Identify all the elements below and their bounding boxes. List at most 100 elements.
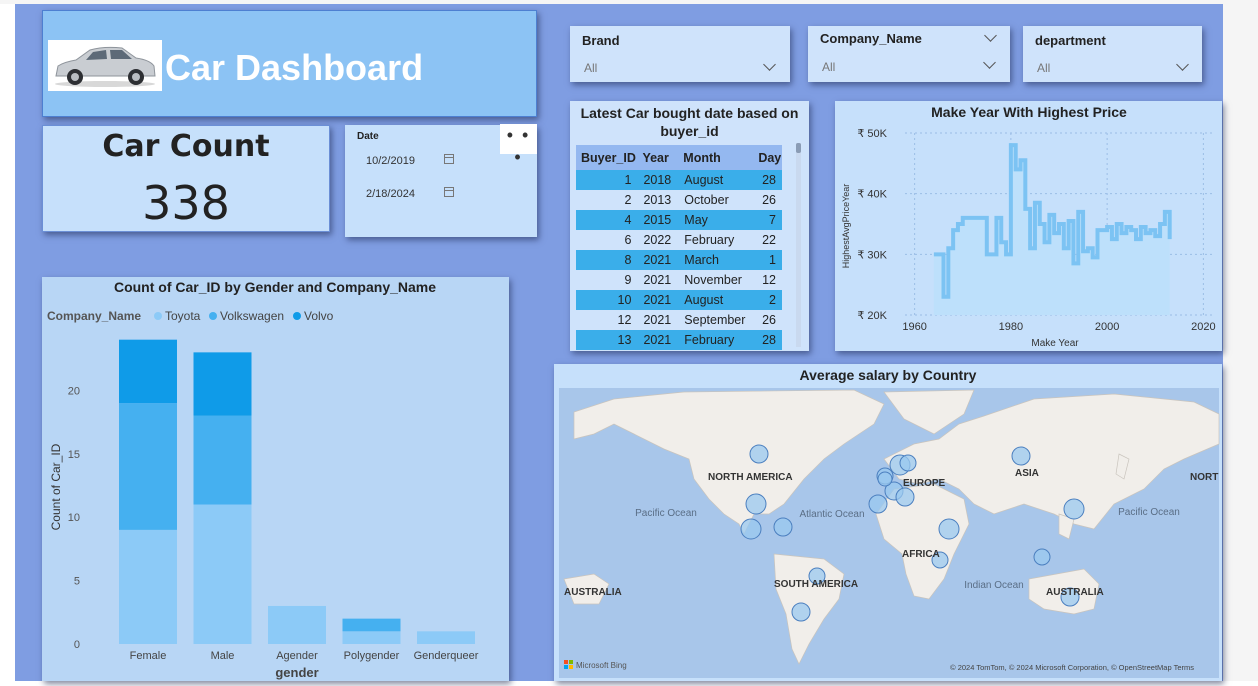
x-axis-label: gender xyxy=(275,665,318,680)
department-slicer[interactable]: department All xyxy=(1023,26,1202,82)
bar-segment[interactable] xyxy=(119,403,177,530)
table-scrollbar[interactable] xyxy=(796,143,801,347)
chevron-down-icon[interactable] xyxy=(983,56,996,69)
map-panel: Average salary by Country NORTH AMERICA … xyxy=(554,364,1222,681)
line-chart: Make Year With Highest Price ₹ 50K ₹ 40K ₹ … xyxy=(841,104,1216,349)
department-slicer-title: department xyxy=(1035,33,1106,48)
table-cell: 10 xyxy=(576,290,638,310)
title-panel: Car Dashboard xyxy=(42,10,537,117)
brand-slicer[interactable]: Brand All xyxy=(570,26,790,82)
x-tick-label: 1960 xyxy=(902,321,926,333)
table-row[interactable]: 4 2015 May 7 xyxy=(576,210,782,230)
table-cell: 6 xyxy=(624,233,632,247)
column-header[interactable]: Day xyxy=(753,145,782,170)
calendar-icon[interactable] xyxy=(444,187,454,197)
table-cell: 4 xyxy=(576,210,638,230)
table-cell: 12 xyxy=(762,273,776,287)
map-bubble[interactable] xyxy=(877,471,893,487)
table-cell: 22 xyxy=(762,233,776,247)
table-cell: 2021 xyxy=(643,273,672,287)
table-row[interactable]: 6 2022 February 22 xyxy=(576,230,782,250)
table-cell: May xyxy=(678,210,754,230)
date-slicer-label: Date xyxy=(357,131,379,142)
y-axis-label: HighestAvgPriceYear xyxy=(841,184,851,269)
bar-segment[interactable] xyxy=(193,504,252,644)
map-bubble[interactable] xyxy=(791,602,811,622)
table-row[interactable]: 12 2021 September 26 xyxy=(576,310,782,330)
table-cell: 2021 xyxy=(637,250,679,270)
x-tick-label: 2020 xyxy=(1191,321,1215,333)
table-cell: 9 xyxy=(624,273,632,287)
map-bubble[interactable] xyxy=(899,454,917,472)
table-row[interactable]: 13 2021 February 28 xyxy=(576,330,782,350)
map-attribution[interactable]: © 2024 TomTom, © 2024 Microsoft Corporat… xyxy=(950,663,1194,672)
ocean-label: Indian Ocean xyxy=(964,580,1024,591)
legend-item[interactable]: Volvo xyxy=(304,309,334,323)
bar-segment[interactable] xyxy=(193,352,252,416)
table-cell: 13 xyxy=(576,330,638,350)
bar-segment[interactable] xyxy=(342,631,401,644)
bar-segment[interactable] xyxy=(193,415,252,505)
start-date-input[interactable]: 10/2/2019 xyxy=(357,150,454,172)
map-bubble[interactable] xyxy=(1033,548,1051,566)
legend-marker xyxy=(209,312,217,320)
chevron-down-icon[interactable] xyxy=(984,29,997,42)
table-cell: 7 xyxy=(753,210,782,230)
buyer-table-panel: Latest Car bought date based on buyer_id… xyxy=(570,101,809,351)
y-axis-label: Count of Car_ID xyxy=(49,443,63,530)
bar-segment[interactable] xyxy=(119,529,177,644)
map-bubble[interactable] xyxy=(773,517,793,537)
table-cell: 2015 xyxy=(637,210,679,230)
brand-slicer-title: Brand xyxy=(582,33,620,48)
date-slicer: Date 10/2/2019 2/18/2024 • • • xyxy=(345,124,537,237)
table-row[interactable]: 9 2021 November 12 xyxy=(576,270,782,290)
bar-segment[interactable] xyxy=(342,618,401,632)
map-label: EUROPE xyxy=(903,478,946,489)
table-row[interactable]: 8 2021 March 1 xyxy=(576,250,782,270)
table-cell: 2022 xyxy=(643,233,672,247)
world-map[interactable]: NORTH AMERICA EUROPE ASIA AFRICA SOUTH A… xyxy=(554,364,1222,681)
column-header[interactable]: Month xyxy=(678,145,754,170)
end-date-input[interactable]: 2/18/2024 xyxy=(357,183,454,205)
column-header[interactable]: Year xyxy=(637,145,679,170)
table-row[interactable]: 1 2018 August 28 xyxy=(576,170,782,190)
start-date-value: 10/2/2019 xyxy=(366,155,415,167)
card-label: Car Count xyxy=(102,129,270,164)
table-cell: 26 xyxy=(762,193,776,207)
more-options-button[interactable]: • • • xyxy=(500,124,537,167)
table-cell: August xyxy=(678,290,754,310)
table-cell: 26 xyxy=(762,313,776,327)
y-tick-label: 5 xyxy=(74,576,80,588)
scrollbar-thumb[interactable] xyxy=(796,143,801,153)
chevron-down-icon[interactable] xyxy=(1176,58,1189,71)
legend-item[interactable]: Volkswagen xyxy=(220,309,284,323)
map-bubble[interactable] xyxy=(868,494,888,514)
department-slicer-value: All xyxy=(1037,61,1051,75)
map-bubble[interactable] xyxy=(749,444,769,464)
chevron-down-icon[interactable] xyxy=(763,58,776,71)
table-cell: 28 xyxy=(753,170,782,190)
bar-segment[interactable] xyxy=(268,605,326,644)
column-header[interactable]: Buyer_ID xyxy=(576,145,638,170)
x-tick-label: 2000 xyxy=(1095,321,1119,333)
end-date-value: 2/18/2024 xyxy=(366,188,415,200)
buyer-table: Buyer_ID Year Month Day 1 2018 August 28 2 20… xyxy=(576,145,782,350)
bar-segment[interactable] xyxy=(119,339,177,404)
map-bubble[interactable] xyxy=(1011,446,1031,466)
map-bubble[interactable] xyxy=(895,487,915,507)
table-row[interactable]: 2 2013 October 26 xyxy=(576,190,782,210)
map-bubble[interactable] xyxy=(740,518,762,540)
bar-segment[interactable] xyxy=(417,631,475,644)
map-bubble[interactable] xyxy=(1063,498,1085,520)
map-bubble[interactable] xyxy=(938,518,960,540)
card-value: 338 xyxy=(142,176,230,230)
map-bubble[interactable] xyxy=(745,493,767,515)
y-tick-label: 10 xyxy=(68,512,80,524)
table-row[interactable]: 10 2021 August 2 xyxy=(576,290,782,310)
calendar-icon[interactable] xyxy=(444,154,454,164)
y-tick-label: 15 xyxy=(68,449,80,461)
line-chart-title: Make Year With Highest Price xyxy=(931,104,1127,120)
table-header-row: Buyer_ID Year Month Day xyxy=(576,145,782,170)
company-name-slicer[interactable]: Company_Name All xyxy=(808,26,1010,82)
legend-item[interactable]: Toyota xyxy=(165,309,201,323)
